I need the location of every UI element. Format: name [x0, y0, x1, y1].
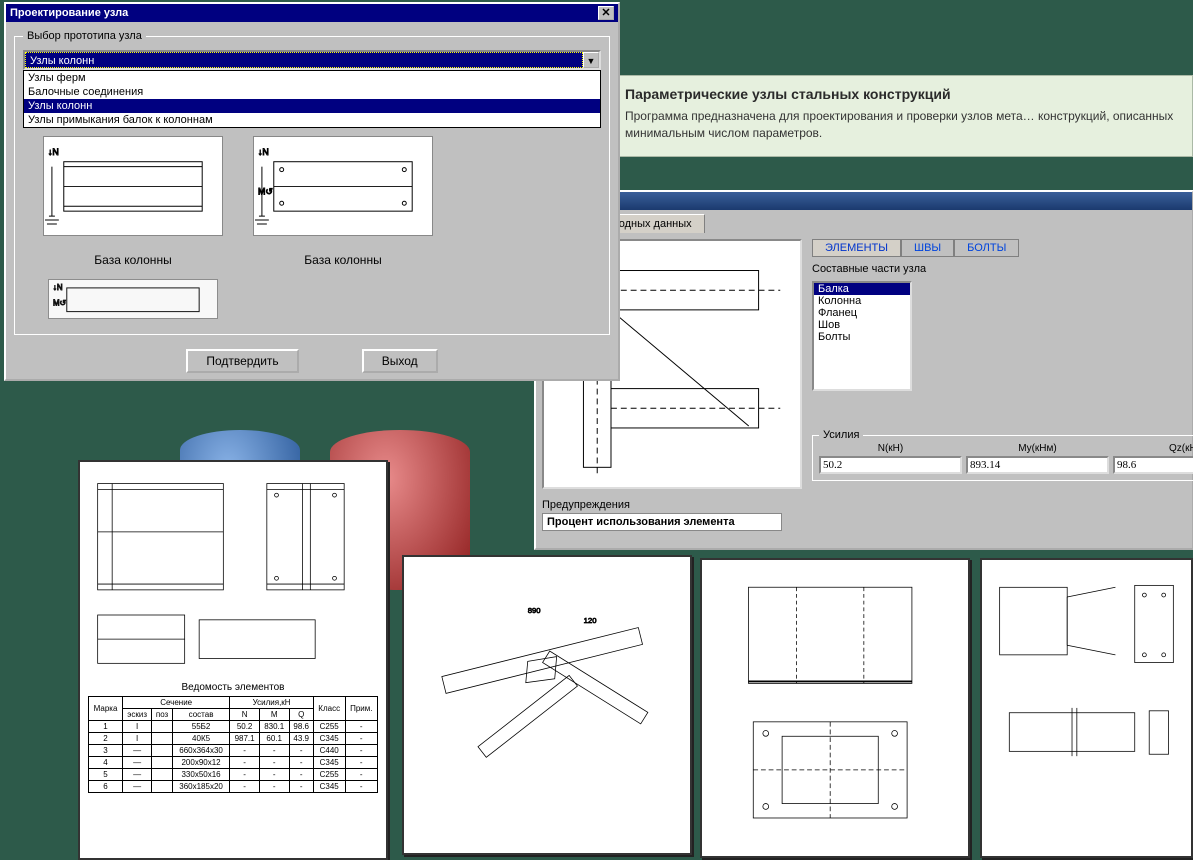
drawing-sheet-4: [980, 558, 1193, 858]
table-row: 2I40К5987.160.143.9С345-: [89, 733, 378, 745]
table-row: 5—330x50x16---С255-: [89, 769, 378, 781]
thumb-base-1[interactable]: ↓N: [43, 136, 223, 236]
percent-usage: Процент использования элемента: [542, 513, 782, 531]
prototype-combo[interactable]: Узлы колонн ▼: [23, 50, 601, 70]
banner-title: Параметрические узлы стальных конструкци…: [625, 86, 1178, 102]
option-columns[interactable]: Узлы колонн: [24, 99, 600, 113]
chevron-down-icon[interactable]: ▼: [583, 52, 599, 68]
forces-group: Усилия N(кН) My(кНм) Qz(кН) Mz(кНм) Qy(к…: [812, 429, 1193, 481]
thumb2-label: База колонны: [253, 253, 433, 267]
force-Qz[interactable]: [1113, 456, 1193, 474]
svg-text:M↺: M↺: [258, 186, 273, 196]
confirm-button[interactable]: Подтвердить: [186, 349, 298, 373]
svg-text:↓N: ↓N: [48, 147, 59, 157]
thumb-base-1b[interactable]: ↓N M↺: [48, 279, 218, 319]
thumb1-label: База колонны: [43, 253, 223, 267]
close-icon[interactable]: ✕: [598, 6, 614, 20]
table-row: 1I55Б250.2830.198.6С255-: [89, 721, 378, 733]
force-lbl-N: N(кН): [819, 443, 962, 454]
banner-text: Программа предназначена для проектирован…: [625, 108, 1178, 142]
table-row: 6—360x185x20---С345-: [89, 781, 378, 793]
dialog-title: Проектирование узла: [10, 7, 128, 19]
parts-caption: Составные части узла: [812, 263, 1193, 275]
force-lbl-My: My(кНм): [966, 443, 1109, 454]
svg-text:↓N: ↓N: [53, 283, 63, 292]
subtab-welds[interactable]: ШВЫ: [901, 239, 954, 257]
subtab-bolts[interactable]: БОЛТЫ: [954, 239, 1019, 257]
option-beam2col[interactable]: Узлы примыкания балок к колоннам: [24, 113, 600, 127]
option-beamconn[interactable]: Балочные соединения: [24, 85, 600, 99]
drawing-sheet-1: Ведомость элементов Марка Сечение Усилия…: [78, 460, 388, 860]
part-beam[interactable]: Балка: [814, 283, 910, 295]
elements-table: Ведомость элементов Марка Сечение Усилия…: [88, 679, 378, 793]
drawing-sheet-3: [700, 558, 970, 858]
combo-selected: Узлы колонн: [25, 52, 583, 68]
svg-text:↓N: ↓N: [258, 147, 269, 157]
sheet1-drawing: [88, 470, 378, 673]
svg-text:120: 120: [584, 616, 597, 625]
force-N[interactable]: [819, 456, 962, 474]
option-trusses[interactable]: Узлы ферм: [24, 71, 600, 85]
part-flange[interactable]: Фланец: [814, 307, 910, 319]
properties-window: Свойства Задание исходных данных: [534, 190, 1193, 550]
subtab-elements[interactable]: ЭЛЕМЕНТЫ: [812, 239, 901, 257]
part-weld[interactable]: Шов: [814, 319, 910, 331]
prototype-group: Выбор прототипа узла Узлы колонн ▼ Узлы …: [14, 30, 610, 335]
force-My[interactable]: [966, 456, 1109, 474]
force-lbl-Qz: Qz(кН): [1113, 443, 1193, 454]
table-row: 3—660x364x30---С440-: [89, 745, 378, 757]
warnings-label: Предупреждения: [542, 499, 802, 511]
forces-legend: Усилия: [819, 429, 863, 441]
props-titlebar[interactable]: Свойства: [536, 192, 1192, 210]
table-row: 4—200x90x12---С345-: [89, 757, 378, 769]
prototype-dropdown[interactable]: Узлы ферм Балочные соединения Узлы колон…: [23, 70, 601, 128]
table-caption: Ведомость элементов: [88, 679, 378, 696]
exit-button[interactable]: Выход: [362, 349, 438, 373]
parts-listbox[interactable]: Балка Колонна Фланец Шов Болты: [812, 281, 912, 391]
part-column[interactable]: Колонна: [814, 295, 910, 307]
svg-text:M↺: M↺: [53, 299, 67, 308]
drawing-sheet-2: 890 120: [402, 555, 692, 855]
design-dialog: Проектирование узла ✕ Выбор прототипа уз…: [4, 2, 620, 381]
titlebar[interactable]: Проектирование узла ✕: [6, 4, 618, 22]
info-banner: Параметрические узлы стальных конструкци…: [578, 75, 1193, 157]
svg-text:890: 890: [528, 606, 541, 615]
part-bolts[interactable]: Болты: [814, 331, 910, 343]
group-legend: Выбор прототипа узла: [23, 30, 146, 42]
thumb-base-2[interactable]: ↓N M↺: [253, 136, 433, 236]
